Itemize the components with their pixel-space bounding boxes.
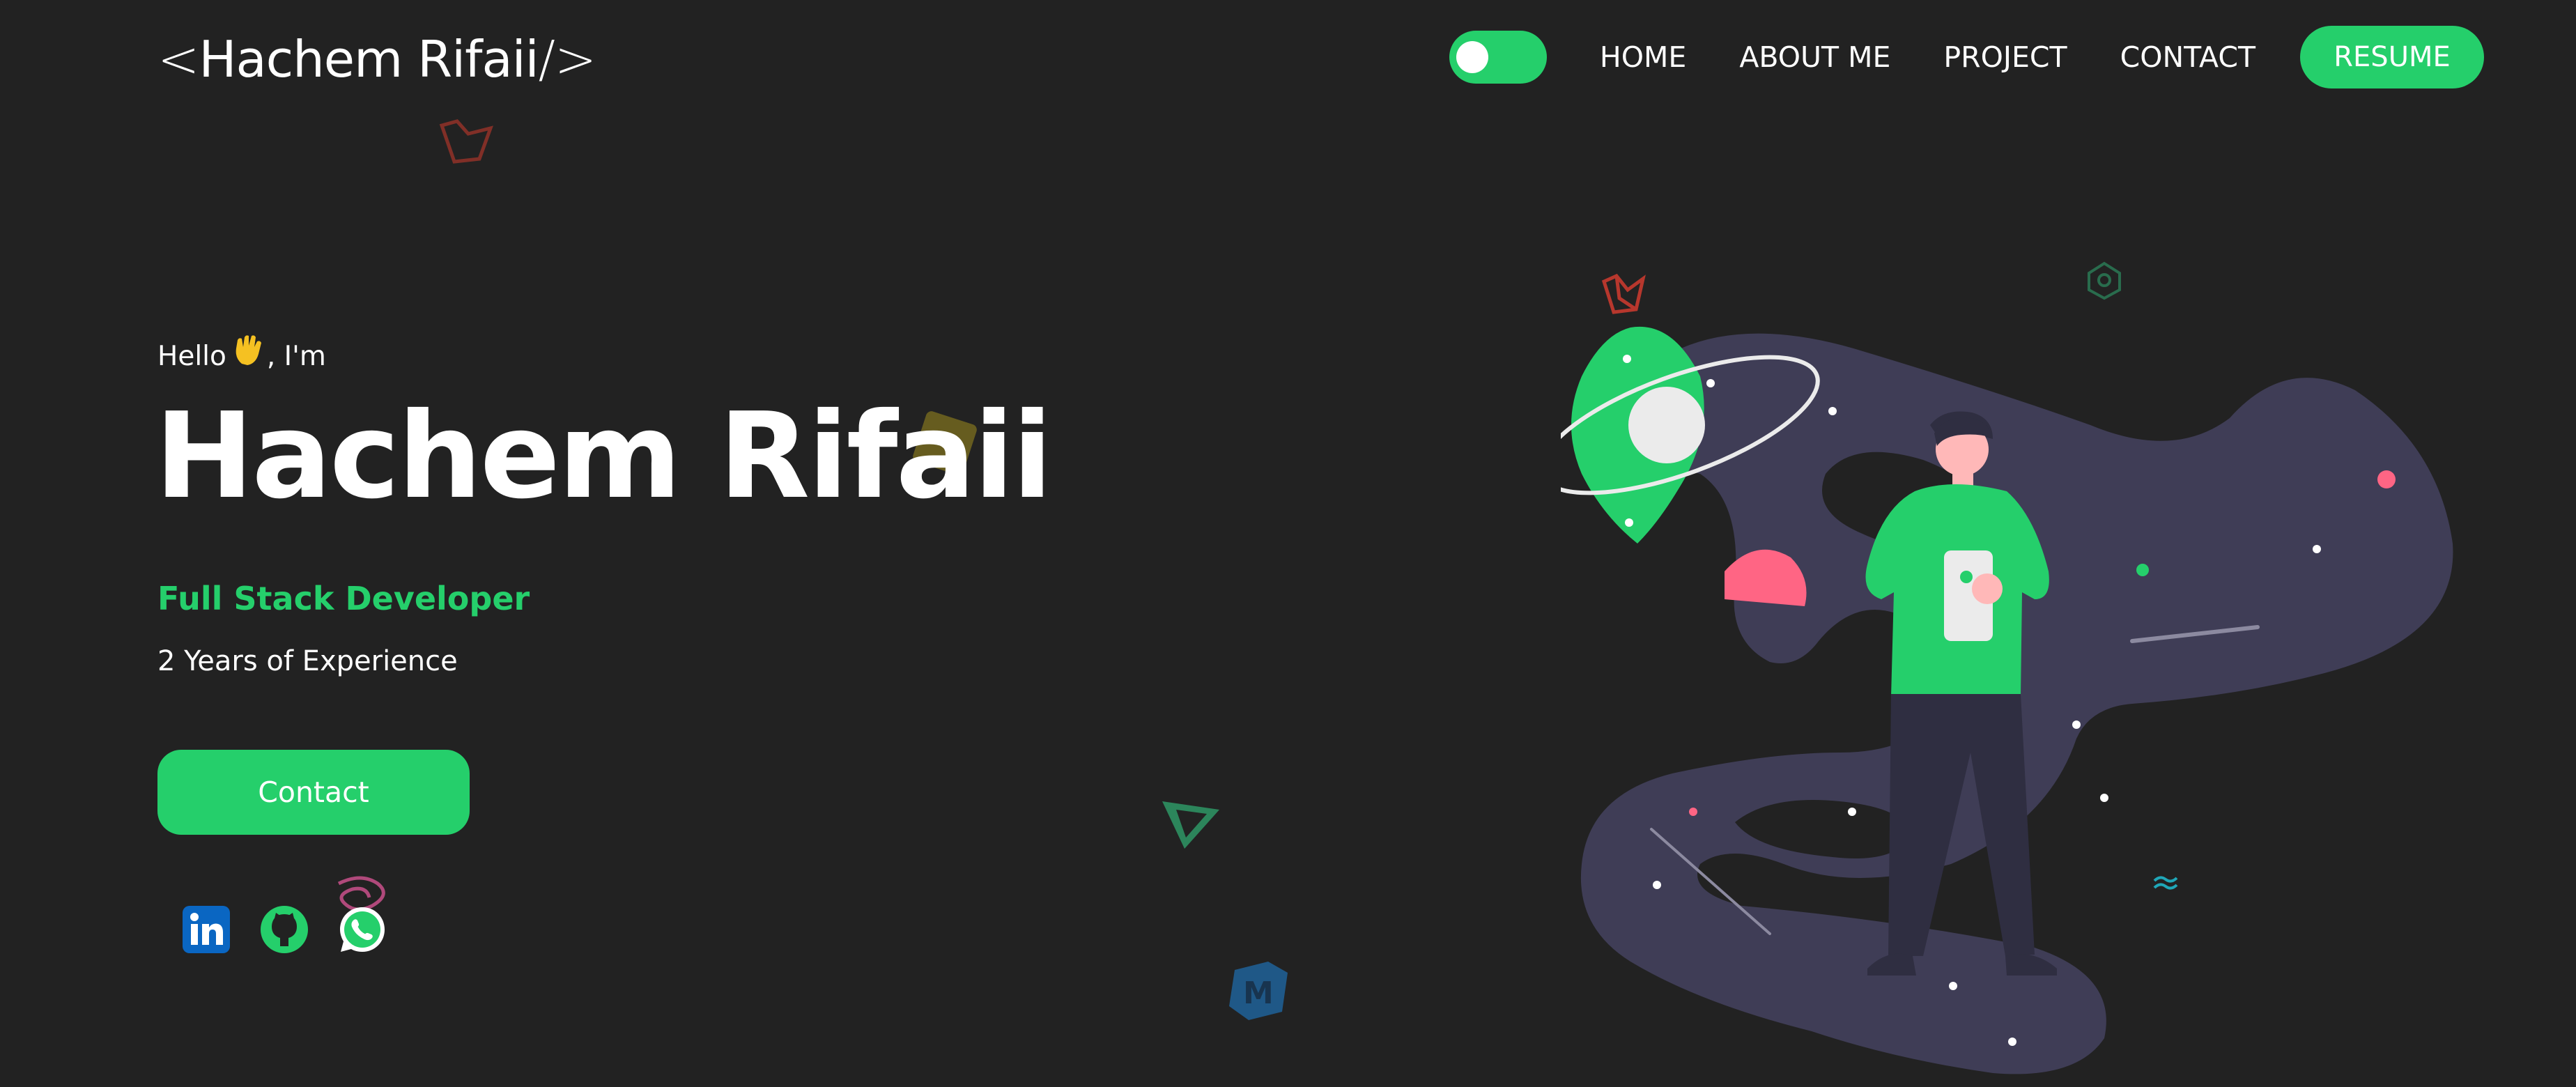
resume-button[interactable]: RESUME <box>2300 26 2484 88</box>
theme-toggle-knob <box>1456 41 1488 73</box>
hero-role: Full Stack Developer <box>157 580 530 617</box>
logo-open-bracket: < <box>157 30 199 88</box>
portfolio-page: M < Hachem Rifaii /> HOME ABOUT ME PROJE… <box>0 0 2576 1087</box>
theme-toggle[interactable] <box>1449 31 1547 84</box>
nav-link-project[interactable]: PROJECT <box>1943 40 2067 74</box>
contact-button[interactable]: Contact <box>157 750 470 835</box>
nav-link-home[interactable]: HOME <box>1600 40 1686 74</box>
social-links <box>180 903 414 956</box>
hero-experience: 2 Years of Experience <box>157 645 458 677</box>
logo-close-bracket: /> <box>538 30 597 88</box>
whatsapp-icon[interactable] <box>336 903 389 956</box>
top-navigation: HOME ABOUT ME PROJECT CONTACT RESUME <box>1449 26 2484 88</box>
mui-icon: M <box>1229 962 1288 1020</box>
vue-icon <box>1162 801 1219 849</box>
svg-text:M: M <box>1243 976 1274 1011</box>
waving-hand-icon <box>236 335 261 365</box>
greeting-im: , I'm <box>266 340 326 372</box>
hero-greeting: Hello , I'm <box>157 333 326 379</box>
github-icon[interactable] <box>258 903 311 956</box>
site-logo[interactable]: < Hachem Rifaii /> <box>157 21 596 98</box>
hero-name: Hachem Rifaii <box>155 387 1053 525</box>
laravel-icon <box>439 119 493 164</box>
nav-link-about-me[interactable]: ABOUT ME <box>1739 40 1890 74</box>
astronaut-illustration <box>1561 326 2453 1074</box>
logo-name: Hachem Rifaii <box>199 30 539 88</box>
greeting-hello: Hello <box>157 340 226 372</box>
nav-link-contact[interactable]: CONTACT <box>2120 40 2255 74</box>
linkedin-icon[interactable] <box>180 903 233 956</box>
